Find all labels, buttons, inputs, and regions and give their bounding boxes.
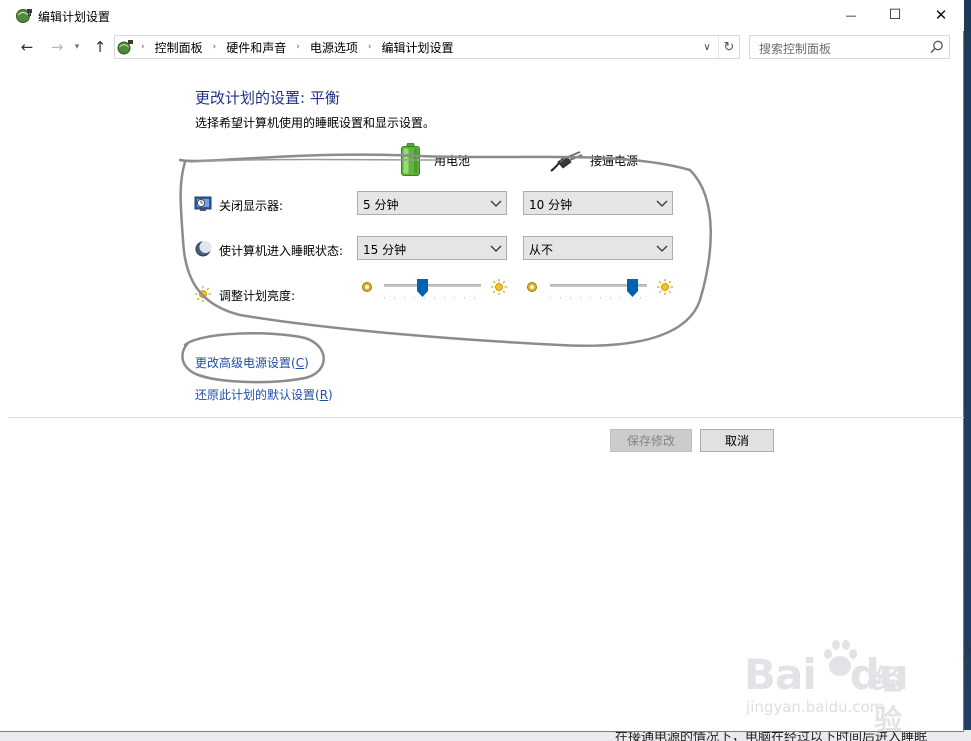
address-bar[interactable]: › 控制面板 › 硬件和声音 › 电源选项 › 编辑计划设置 ∨ ↻ [114,35,740,59]
page-subtitle: 选择希望计算机使用的睡眠设置和显示设置。 [195,116,436,130]
sleep-battery-select[interactable]: 15 分钟 [357,236,507,260]
sleep-plugged-value: 从不 [529,243,554,257]
display-battery-select[interactable]: 5 分钟 [357,191,507,215]
edit-plan-window: 编辑计划设置 — ☐ ✕ ← → ▾ ↑ › 控制面板 › 硬件和声音 › 电源… [0,0,964,736]
battery-icon [401,143,420,176]
chevron-down-icon [656,200,668,207]
search-input[interactable]: 搜索控制面板 [759,40,831,57]
paw-logo-icon [824,640,857,676]
dim-sun-icon [527,282,537,292]
close-icon: ✕ [934,6,948,24]
display-battery-value: 5 分钟 [363,198,399,212]
sleep-label: 使计算机进入睡眠状态: [219,244,344,258]
chevron-down-icon: ▾ [74,42,80,52]
search-box[interactable]: 搜索控制面板 [749,35,950,59]
control-panel-icon [117,40,133,55]
bright-sun-icon [491,279,507,295]
on-battery-label: 用电池 [434,154,471,168]
brightness-sun-icon [195,286,211,302]
plugged-brightness-slider[interactable] [626,279,638,297]
cancel-button[interactable]: 取消 [700,429,774,452]
window-title: 编辑计划设置 [38,10,111,24]
resize-cursor-icon [963,641,971,659]
breadcrumb-control-panel[interactable]: 控制面板 [155,39,203,56]
chevron-down-icon [490,200,502,207]
battery-brightness-ticks [384,297,481,299]
hand-drawn-annotation [178,153,712,384]
breadcrumb-power-options[interactable]: 电源选项 [310,39,358,56]
power-plug-icon [550,151,583,172]
chevron-down-icon: ∨ [703,41,711,53]
arrow-up-icon: ↑ [93,38,107,56]
restore-defaults-link[interactable]: 还原此计划的默认设置(R) [195,386,333,403]
arrow-right-icon: → [50,38,64,56]
plugged-brightness-ticks [550,297,647,299]
dim-sun-icon [362,282,372,292]
breadcrumb: › 控制面板 › 硬件和声音 › 电源选项 › 编辑计划设置 [137,36,454,58]
plugged-in-label: 接通电源 [590,154,639,168]
brightness-label: 调整计划亮度: [219,289,296,303]
advanced-link-text: 更改高级电源设置( [195,356,296,370]
breadcrumb-separator: › [212,42,217,52]
advanced-power-settings-link[interactable]: 更改高级电源设置(C) [195,354,309,371]
restore-link-text: 还原此计划的默认设置( [195,388,320,402]
maximize-button[interactable]: ☐ [872,0,918,30]
up-button[interactable]: ↑ [89,37,111,57]
bright-sun-icon [657,279,673,295]
advanced-link-accesskey: C [295,356,305,370]
display-plugged-value: 10 分钟 [529,198,573,212]
back-button[interactable]: ← [16,37,38,57]
breadcrumb-separator: › [141,42,145,52]
advanced-link-close: ) [304,356,309,370]
title-bar[interactable]: 编辑计划设置 — ☐ ✕ [0,0,964,31]
baidu-watermark: Bai du 经验 jingyan.baidu.com [744,632,924,736]
minimize-button[interactable]: — [828,0,874,30]
chevron-down-icon [656,245,668,252]
chevron-down-icon [490,245,502,252]
page-title: 更改计划的设置: 平衡 [195,89,340,107]
battery-brightness-slider[interactable] [417,279,429,297]
divider [8,417,964,418]
sleep-plugged-select[interactable]: 从不 [523,236,673,260]
save-changes-button[interactable]: 保存修改 [610,429,692,452]
restore-link-close: ) [328,388,333,402]
maximize-icon: ☐ [888,7,902,23]
forward-button[interactable]: → [46,37,68,57]
close-button[interactable]: ✕ [918,0,964,30]
power-options-icon [16,9,32,23]
refresh-icon: ↻ [723,39,735,55]
battery-brightness-track[interactable] [384,284,481,287]
moon-icon [195,241,212,257]
turn-off-display-label: 关闭显示器: [219,199,284,213]
watermark-url: jingyan.baidu.com [746,698,885,716]
breadcrumb-edit-plan[interactable]: 编辑计划设置 [381,39,453,56]
display-plugged-select[interactable]: 10 分钟 [523,191,673,215]
search-icon [930,40,943,54]
minimize-icon: — [845,8,857,22]
breadcrumb-separator: › [367,42,372,52]
refresh-button[interactable]: ↻ [718,36,739,58]
address-dropdown-button[interactable]: ∨ [696,36,718,58]
monitor-clock-icon [194,196,212,211]
restore-link-accesskey: R [319,388,329,402]
sleep-battery-value: 15 分钟 [363,243,407,257]
recent-locations-button[interactable]: ▾ [70,37,84,57]
arrow-left-icon: ← [20,38,34,56]
breadcrumb-separator: › [296,42,300,52]
breadcrumb-hardware-sound[interactable]: 硬件和声音 [226,39,286,56]
navigation-bar: ← → ▾ ↑ › 控制面板 › 硬件和声音 › 电源选项 › 编辑计划设置 ∨… [0,31,964,63]
